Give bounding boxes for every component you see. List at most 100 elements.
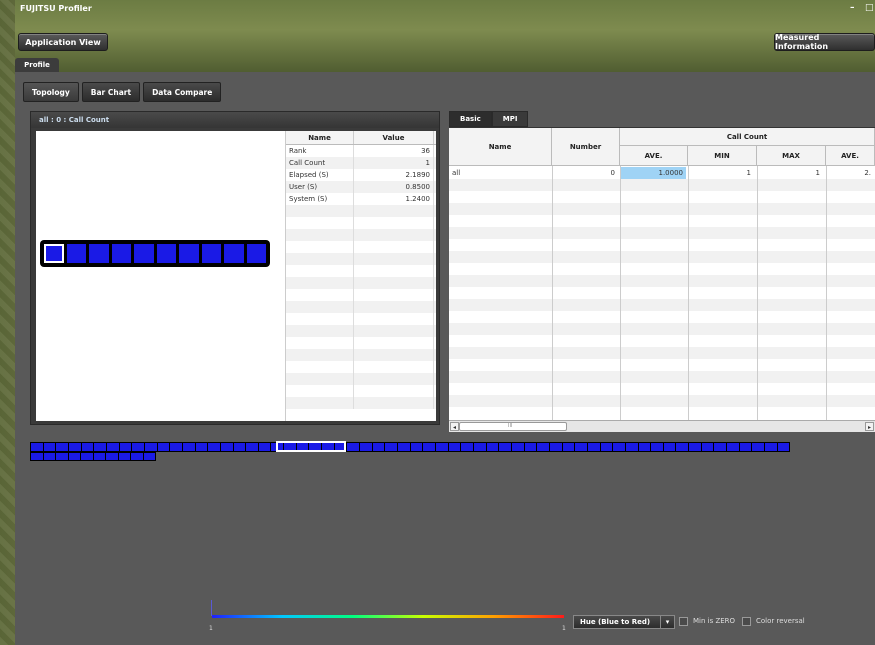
map-node[interactable]: [511, 443, 524, 451]
column-header-name[interactable]: Name: [449, 128, 552, 166]
map-node[interactable]: [575, 443, 587, 451]
table-row[interactable]: [449, 371, 875, 383]
table-row[interactable]: [449, 263, 875, 275]
column-header-number[interactable]: Number: [552, 128, 620, 166]
map-node[interactable]: [765, 443, 777, 451]
map-node[interactable]: [638, 443, 651, 451]
column-header-ave[interactable]: AVE.: [620, 146, 688, 166]
table-row[interactable]: all 0 1.0000 1 1 2.: [449, 167, 875, 179]
map-node[interactable]: [106, 443, 119, 451]
map-node[interactable]: [132, 443, 144, 451]
table-row[interactable]: [449, 227, 875, 239]
color-reversal-checkbox[interactable]: [742, 617, 751, 626]
scroll-right-icon[interactable]: ▸: [865, 422, 874, 431]
table-row[interactable]: [449, 275, 875, 287]
map-node[interactable]: [119, 443, 132, 451]
map-node[interactable]: [56, 453, 68, 460]
map-node[interactable]: [524, 443, 537, 451]
map-node[interactable]: [423, 443, 435, 451]
map-node[interactable]: [372, 443, 385, 451]
table-row[interactable]: [449, 395, 875, 407]
map-node[interactable]: [537, 443, 549, 451]
map-node[interactable]: [43, 453, 55, 460]
map-node[interactable]: [600, 443, 613, 451]
map-node[interactable]: [701, 443, 714, 451]
map-node[interactable]: [106, 453, 118, 460]
table-row[interactable]: [449, 347, 875, 359]
map-node[interactable]: [246, 443, 258, 451]
tab-topology[interactable]: Topology: [23, 82, 79, 102]
map-node[interactable]: [220, 443, 233, 451]
tab-profile[interactable]: Profile: [15, 58, 59, 72]
map-node[interactable]: [625, 443, 638, 451]
map-node[interactable]: [562, 443, 575, 451]
map-node[interactable]: [31, 453, 43, 460]
map-node[interactable]: [31, 443, 43, 451]
table-row[interactable]: [449, 239, 875, 251]
table-row[interactable]: [449, 299, 875, 311]
map-node[interactable]: [436, 443, 448, 451]
table-row[interactable]: [449, 203, 875, 215]
node[interactable]: [223, 243, 245, 264]
map-node[interactable]: [714, 443, 727, 451]
map-node[interactable]: [499, 443, 511, 451]
map-node[interactable]: [587, 443, 600, 451]
map-node[interactable]: [410, 443, 423, 451]
table-row[interactable]: [449, 359, 875, 371]
map-node[interactable]: [727, 443, 739, 451]
table-row[interactable]: [449, 383, 875, 395]
column-header-min[interactable]: MIN: [688, 146, 757, 166]
tab-bar-chart[interactable]: Bar Chart: [81, 82, 141, 102]
map-node[interactable]: [461, 443, 473, 451]
map-node[interactable]: [157, 443, 170, 451]
node[interactable]: [65, 243, 87, 264]
map-selection-box[interactable]: [276, 441, 346, 452]
node[interactable]: [88, 243, 110, 264]
node[interactable]: [200, 243, 222, 264]
map-node[interactable]: [676, 443, 689, 451]
map-node[interactable]: [689, 443, 701, 451]
map-node[interactable]: [549, 443, 562, 451]
application-view-button[interactable]: Application View: [18, 33, 108, 51]
table-row[interactable]: [449, 287, 875, 299]
map-node[interactable]: [347, 443, 360, 451]
map-node[interactable]: [777, 443, 790, 451]
map-node[interactable]: [398, 443, 410, 451]
map-node[interactable]: [118, 453, 130, 460]
color-mode-select[interactable]: Hue (Blue to Red) ▾: [573, 615, 675, 629]
table-row[interactable]: [449, 191, 875, 203]
map-node[interactable]: [93, 453, 105, 460]
table-row[interactable]: [449, 323, 875, 335]
node-selected[interactable]: [43, 243, 65, 264]
scroll-left-icon[interactable]: ◂: [450, 422, 459, 431]
map-node[interactable]: [81, 443, 94, 451]
map-node[interactable]: [182, 443, 195, 451]
map-node[interactable]: [473, 443, 486, 451]
map-node[interactable]: [651, 443, 663, 451]
map-node[interactable]: [68, 453, 80, 460]
node[interactable]: [245, 243, 267, 264]
node[interactable]: [155, 243, 177, 264]
topology-view[interactable]: [36, 131, 285, 421]
map-node[interactable]: [613, 443, 625, 451]
maximize-button[interactable]: □: [865, 3, 874, 13]
map-node[interactable]: [81, 453, 93, 460]
table-row[interactable]: [449, 335, 875, 347]
map-node[interactable]: [385, 443, 398, 451]
map-node[interactable]: [752, 443, 765, 451]
table-row[interactable]: [449, 215, 875, 227]
map-node[interactable]: [94, 443, 106, 451]
min-is-zero-checkbox[interactable]: [679, 617, 688, 626]
node[interactable]: [133, 243, 155, 264]
tab-mpi[interactable]: MPI: [491, 111, 529, 127]
column-header-max[interactable]: MAX: [757, 146, 826, 166]
map-node[interactable]: [208, 443, 220, 451]
node-map-strip-2[interactable]: [30, 452, 156, 461]
node[interactable]: [178, 243, 200, 264]
scroll-thumb[interactable]: III: [459, 422, 567, 431]
map-node[interactable]: [448, 443, 461, 451]
tab-data-compare[interactable]: Data Compare: [143, 82, 222, 102]
map-node[interactable]: [233, 443, 246, 451]
map-node[interactable]: [43, 443, 56, 451]
map-node[interactable]: [739, 443, 752, 451]
